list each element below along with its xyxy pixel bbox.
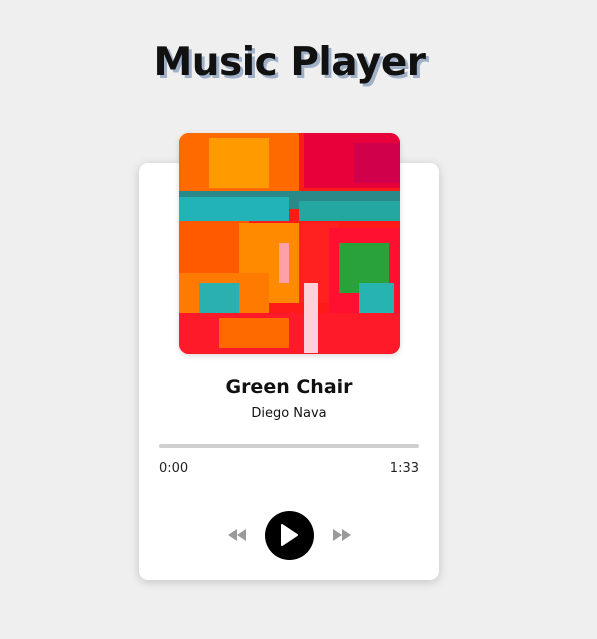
album-cover (179, 133, 400, 354)
duration: 1:33 (389, 461, 419, 476)
progress-bar[interactable] (159, 444, 419, 448)
page-title: Music Player (153, 40, 426, 85)
fast-forward-button[interactable] (332, 525, 352, 545)
track-artist: Diego Nava (251, 406, 327, 421)
track-title: Green Chair (225, 376, 353, 398)
rewind-button[interactable] (227, 525, 247, 545)
play-icon (281, 524, 298, 546)
music-player-page: Music Player Green Chair Diego Nava 0:00… (0, 0, 597, 639)
rewind-icon (227, 529, 246, 541)
fast-forward-icon (332, 529, 351, 541)
album-art-image (179, 133, 400, 354)
playback-controls (139, 510, 439, 560)
play-button[interactable] (264, 510, 314, 560)
current-time: 0:00 (159, 461, 189, 476)
